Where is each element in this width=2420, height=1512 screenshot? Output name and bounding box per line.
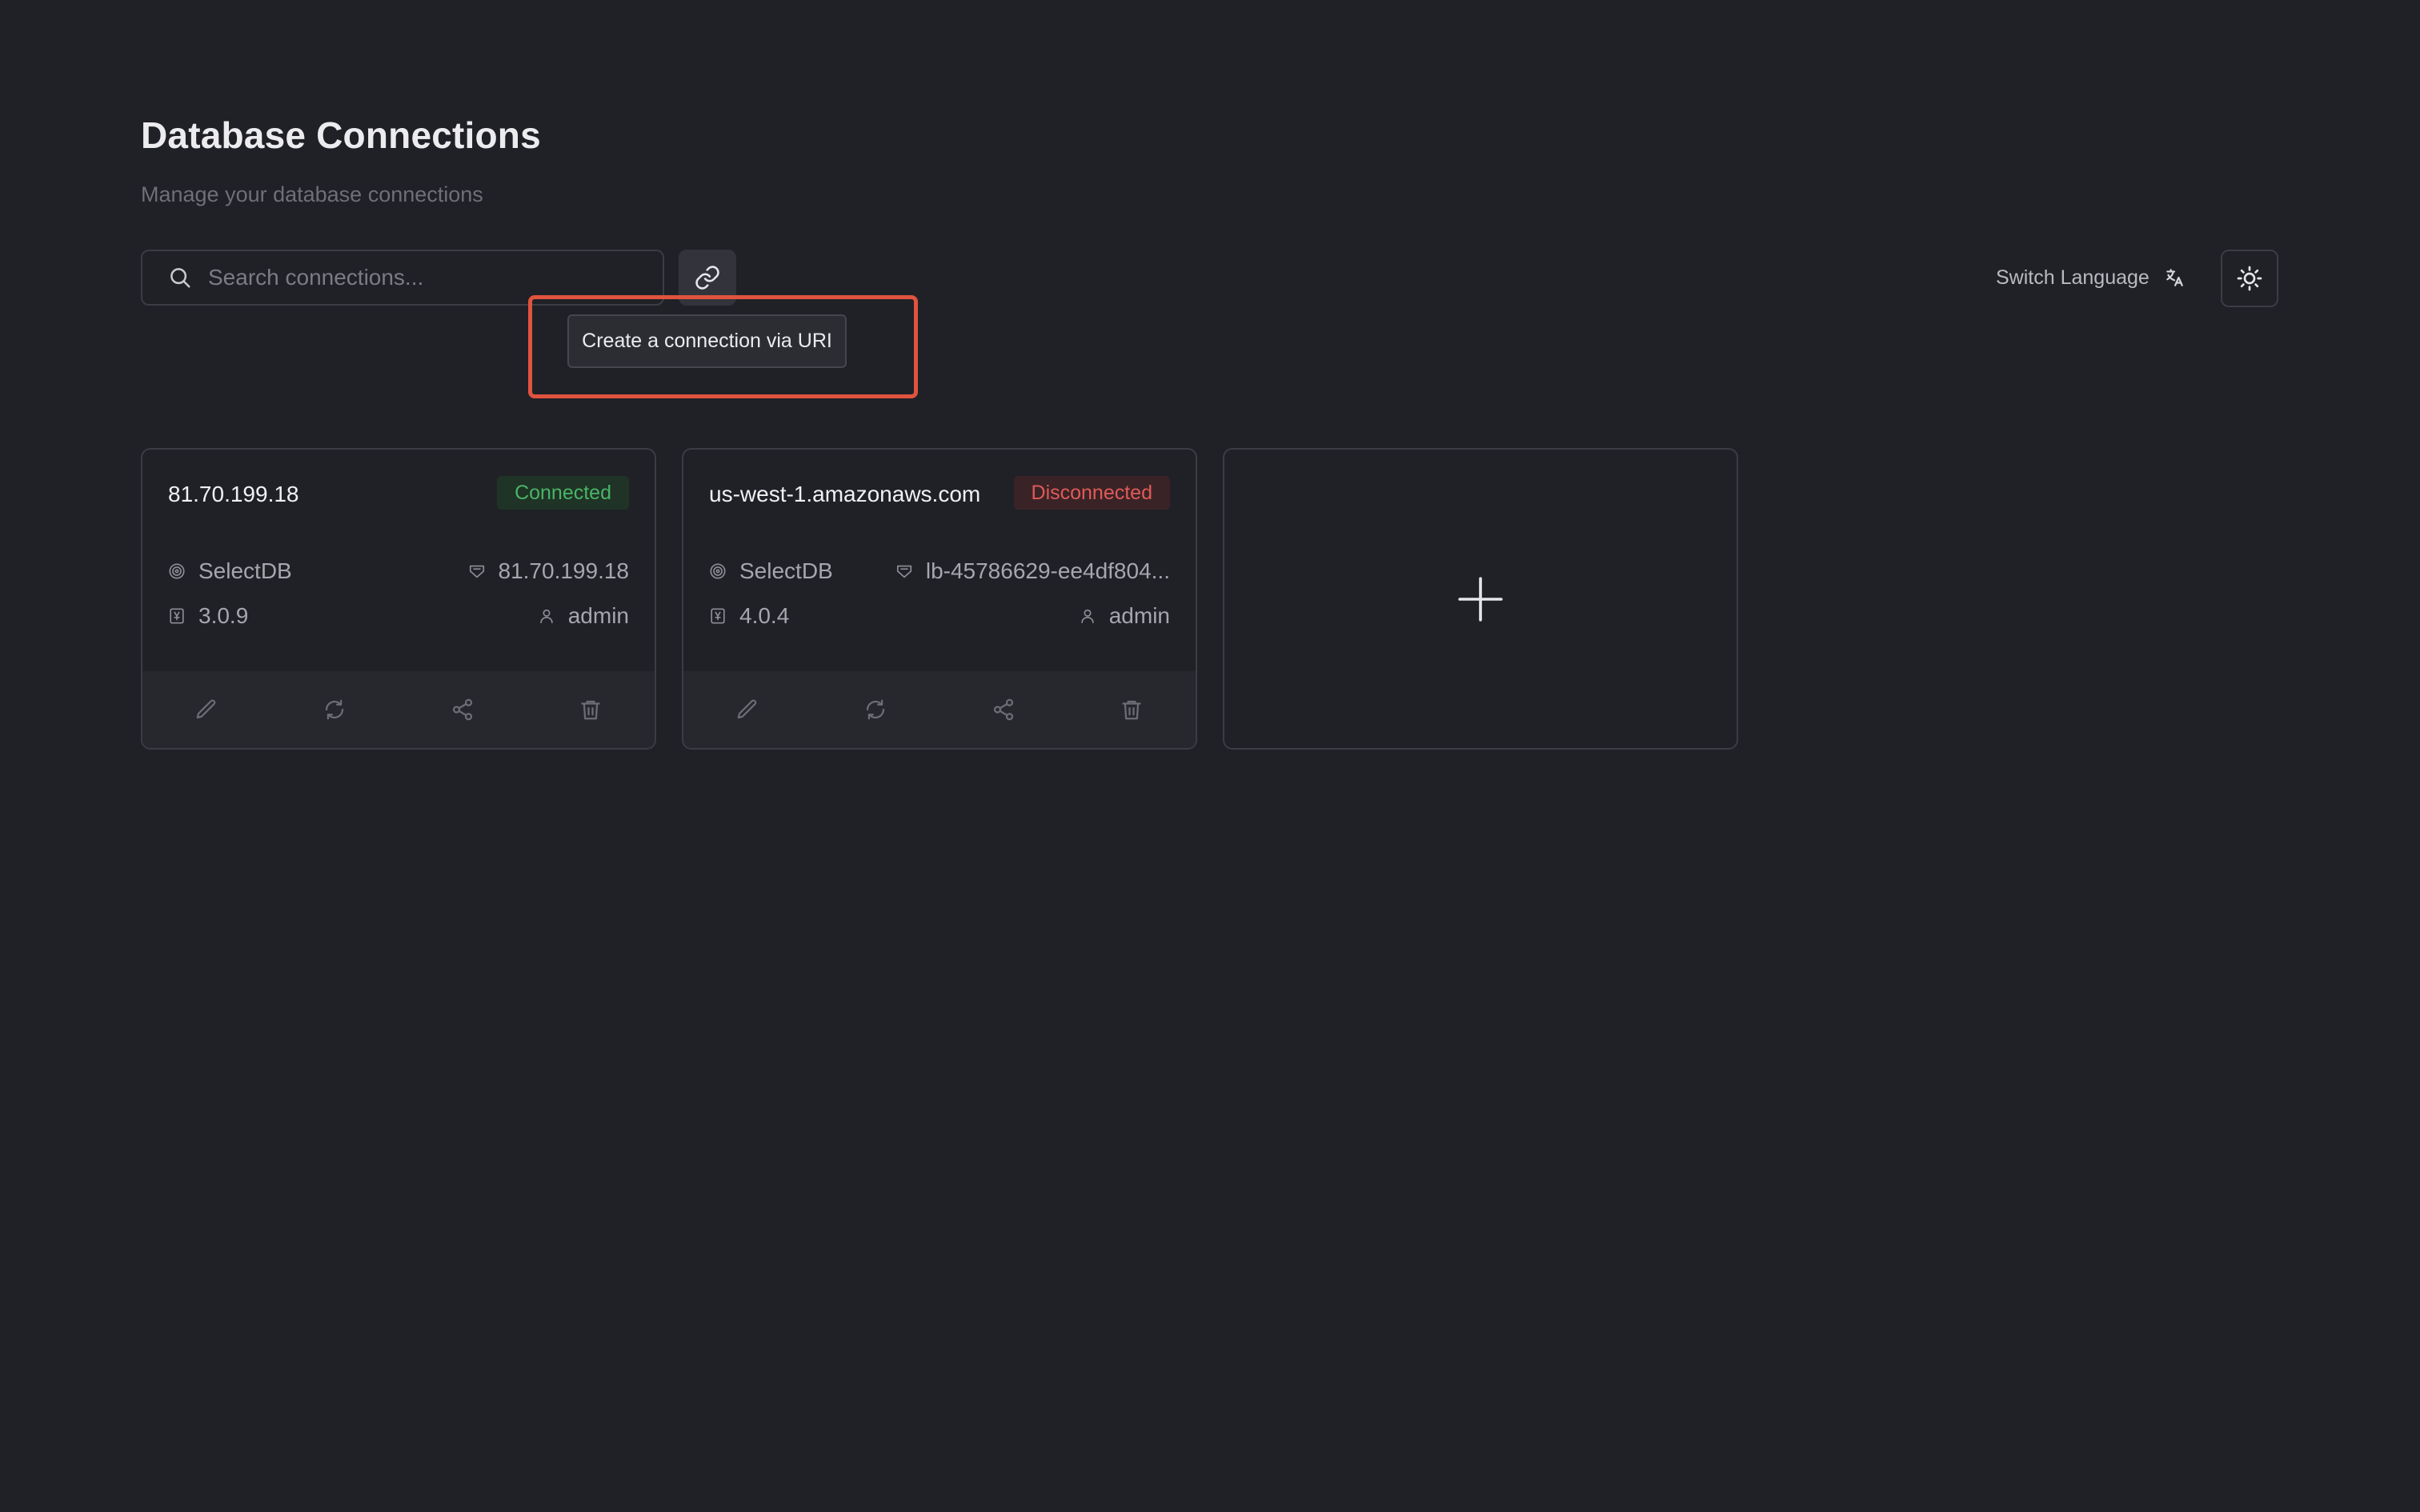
connection-name: us-west-1.amazonaws.com: [709, 482, 981, 506]
delete-button[interactable]: [567, 686, 615, 734]
page-title: Database Connections: [141, 114, 541, 156]
edit-button[interactable]: [723, 686, 771, 734]
card-actions: [142, 671, 655, 748]
sun-icon: [2237, 266, 2262, 291]
user-icon: [538, 607, 555, 625]
search-icon: [168, 266, 192, 290]
card-actions: [683, 671, 1196, 748]
connection-card[interactable]: us-west-1.amazonaws.com Disconnected Sel…: [682, 448, 1197, 750]
share-button[interactable]: [439, 686, 487, 734]
version-icon: [709, 607, 727, 625]
db-type: SelectDB: [739, 558, 833, 583]
user-icon: [1079, 607, 1096, 625]
host-value: 81.70.199.18: [498, 558, 630, 583]
edit-icon: [194, 698, 218, 722]
version-icon: [168, 607, 186, 625]
share-icon: [992, 698, 1016, 722]
refresh-icon: [863, 698, 887, 722]
database-icon: [709, 562, 727, 580]
plus-icon: [1456, 574, 1505, 624]
edit-button[interactable]: [182, 686, 230, 734]
theme-toggle-button[interactable]: [2221, 250, 2278, 307]
refresh-button[interactable]: [311, 686, 359, 734]
switch-language-button[interactable]: Switch Language: [1996, 258, 2185, 298]
uri-tooltip: Create a connection via URI: [567, 314, 847, 368]
trash-icon: [1120, 698, 1144, 722]
status-badge: Disconnected: [1013, 476, 1170, 510]
trash-icon: [579, 698, 603, 722]
host-value: lb-45786629-ee4df804...: [925, 558, 1170, 583]
db-type: SelectDB: [198, 558, 292, 583]
connection-card[interactable]: 81.70.199.18 Connected SelectDB 81.70.19…: [141, 448, 656, 750]
share-button[interactable]: [980, 686, 1028, 734]
page-subtitle: Manage your database connections: [141, 182, 483, 206]
refresh-button[interactable]: [851, 686, 899, 734]
switch-language-label: Switch Language: [1996, 266, 2150, 289]
database-icon: [168, 562, 186, 580]
user-value: admin: [1108, 603, 1170, 628]
status-badge: Connected: [497, 476, 629, 510]
server-icon: [468, 562, 486, 580]
add-connection-card[interactable]: [1223, 448, 1738, 750]
search-input[interactable]: [206, 264, 663, 291]
edit-icon: [735, 698, 759, 722]
server-icon: [895, 562, 913, 580]
connection-name: 81.70.199.18: [168, 482, 299, 506]
share-icon: [451, 698, 475, 722]
version-value: 3.0.9: [198, 603, 249, 628]
translate-icon: [2164, 267, 2185, 288]
refresh-icon: [323, 698, 347, 722]
delete-button[interactable]: [1108, 686, 1156, 734]
user-value: admin: [567, 603, 629, 628]
link-icon: [694, 264, 721, 291]
version-value: 4.0.4: [739, 603, 790, 628]
